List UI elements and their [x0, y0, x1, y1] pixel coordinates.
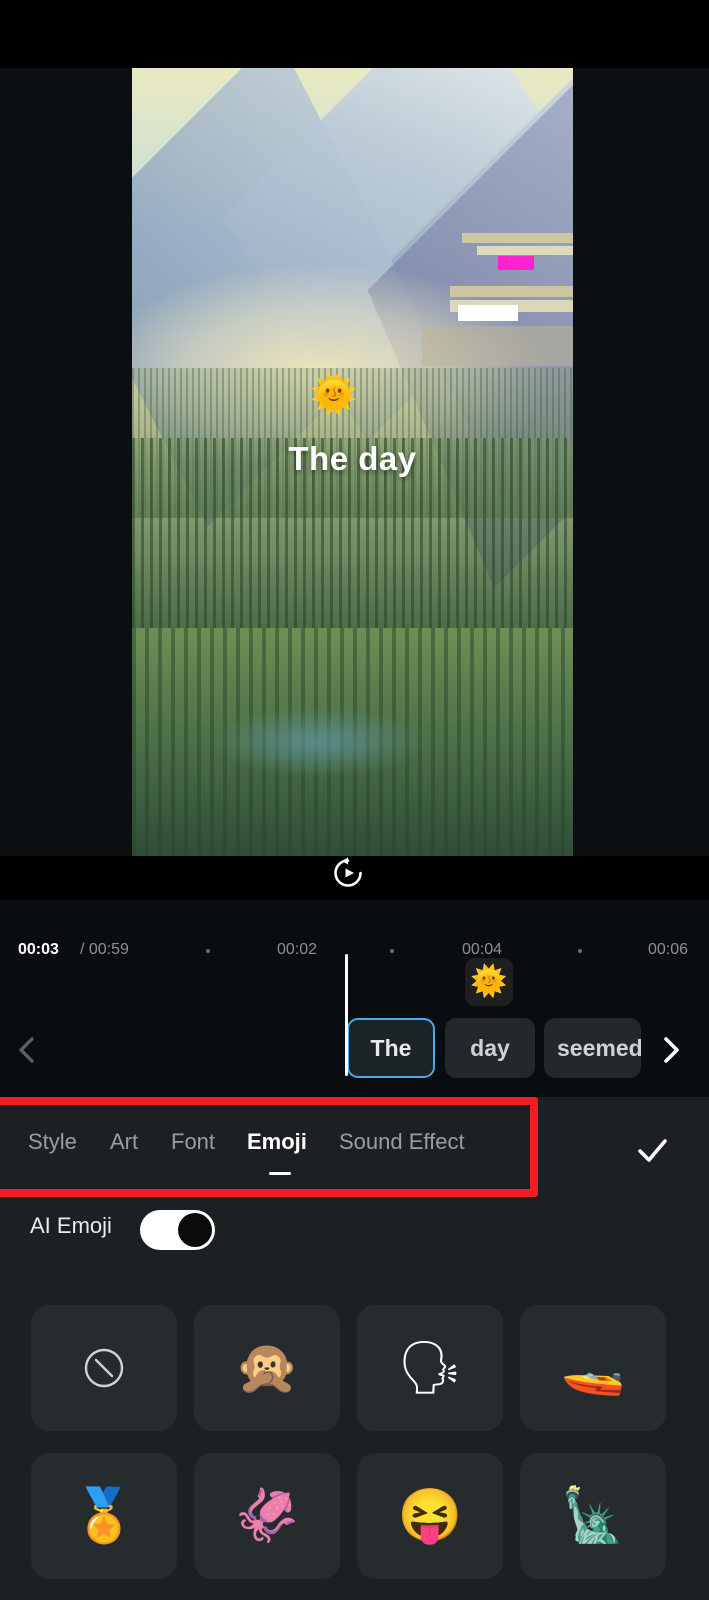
- video-preview-stage: 🌞 The day: [0, 68, 709, 856]
- emoji-glyph: 🦑: [234, 1487, 300, 1545]
- confirm-button[interactable]: [632, 1130, 672, 1170]
- word-chip[interactable]: seemed: [544, 1018, 641, 1078]
- word-chip-label: The: [370, 1034, 412, 1061]
- word-chip[interactable]: day: [445, 1018, 535, 1078]
- ruler-tick-label: 00:06: [648, 941, 689, 958]
- current-time-label: 00:03: [18, 941, 59, 958]
- word-chip-selected[interactable]: The: [347, 1018, 435, 1078]
- emoji-glyph: 🏅: [71, 1487, 137, 1545]
- sticker-track[interactable]: 🌞: [0, 958, 709, 1006]
- glitch-artifact: [462, 233, 573, 243]
- emoji-glyph: 🗣: [396, 1339, 463, 1397]
- timeline-ruler[interactable]: 00:03 / 00:59 00:02 00:04 00:06: [0, 920, 709, 958]
- glitch-artifact: [498, 256, 534, 270]
- glitch-artifact: [458, 305, 518, 321]
- sun-emoji-sticker[interactable]: 🌞: [310, 374, 357, 416]
- active-tab-indicator: [269, 1172, 291, 1175]
- emoji-tile-speak-no-evil-monkey[interactable]: 🙊: [194, 1305, 340, 1431]
- meadow-foreground: [132, 628, 573, 856]
- ruler-tick-dot: [206, 949, 210, 953]
- emoji-tile-sports-medal[interactable]: 🏅: [31, 1453, 177, 1579]
- ruler-tick-label: 00:04: [462, 941, 503, 958]
- emoji-glyph: 🚤: [560, 1339, 626, 1397]
- emoji-tile-squid[interactable]: 🦑: [194, 1453, 340, 1579]
- chevron-left-icon: [19, 1037, 34, 1063]
- emoji-glyph: 😝: [397, 1487, 463, 1545]
- emoji-tile-statue-of-liberty[interactable]: 🗽: [520, 1453, 666, 1579]
- scroll-prev-button[interactable]: [10, 1032, 46, 1068]
- ai-emoji-row[interactable]: AI Emoji: [0, 1200, 709, 1260]
- chevron-right-icon: [664, 1037, 679, 1063]
- toggle-knob: [178, 1213, 212, 1247]
- replay-icon: [334, 857, 362, 887]
- ruler-tick-dot: [578, 949, 582, 953]
- replay-button[interactable]: [331, 856, 365, 890]
- emoji-glyph: 🙊: [234, 1339, 300, 1397]
- ruler-tick-dot: [390, 949, 394, 953]
- check-icon: [638, 1139, 667, 1162]
- ai-emoji-label: AI Emoji: [30, 1213, 112, 1238]
- emoji-tile-squinting-face-with-tongue[interactable]: 😝: [357, 1453, 503, 1579]
- timeline-playhead[interactable]: [345, 954, 348, 1076]
- emoji-tile-speedboat[interactable]: 🚤: [520, 1305, 666, 1431]
- ruler-tick-label: 00:02: [277, 941, 318, 958]
- timeline-sticker-chip[interactable]: 🌞: [465, 958, 513, 1006]
- tab-style[interactable]: Style: [28, 1129, 77, 1155]
- emoji-tile-no-emoji[interactable]: [31, 1305, 177, 1431]
- emoji-grid[interactable]: 🙊 🗣 🚤 🏅 🦑 😝 🗽: [0, 1288, 709, 1600]
- emoji-glyph: 🗽: [560, 1487, 626, 1545]
- tab-emoji[interactable]: Emoji: [247, 1129, 307, 1155]
- video-preview[interactable]: 🌞 The day: [132, 68, 573, 856]
- word-chip-label: seemed: [557, 1034, 641, 1061]
- tab-art[interactable]: Art: [110, 1129, 138, 1155]
- scroll-next-button[interactable]: [652, 1032, 688, 1068]
- total-time-label: / 00:59: [80, 941, 129, 958]
- editor-tab-bar[interactable]: Style Art Font Emoji Sound Effect: [0, 1097, 709, 1196]
- tab-font[interactable]: Font: [171, 1129, 215, 1155]
- glitch-artifact: [422, 326, 573, 366]
- top-letterbox-bar: [0, 0, 709, 68]
- ai-emoji-toggle[interactable]: [140, 1210, 215, 1250]
- emoji-tile-bust-in-silhouette[interactable]: 🗣: [357, 1305, 503, 1431]
- glitch-artifact: [477, 246, 573, 255]
- glitch-artifact: [450, 286, 573, 297]
- video-caption-text[interactable]: The day: [132, 440, 573, 478]
- word-chip-strip[interactable]: The day seemed: [0, 1018, 709, 1082]
- tab-sound-effect[interactable]: Sound Effect: [339, 1129, 465, 1155]
- word-chip-label: day: [470, 1034, 510, 1061]
- no-emoji-icon: [84, 1348, 124, 1388]
